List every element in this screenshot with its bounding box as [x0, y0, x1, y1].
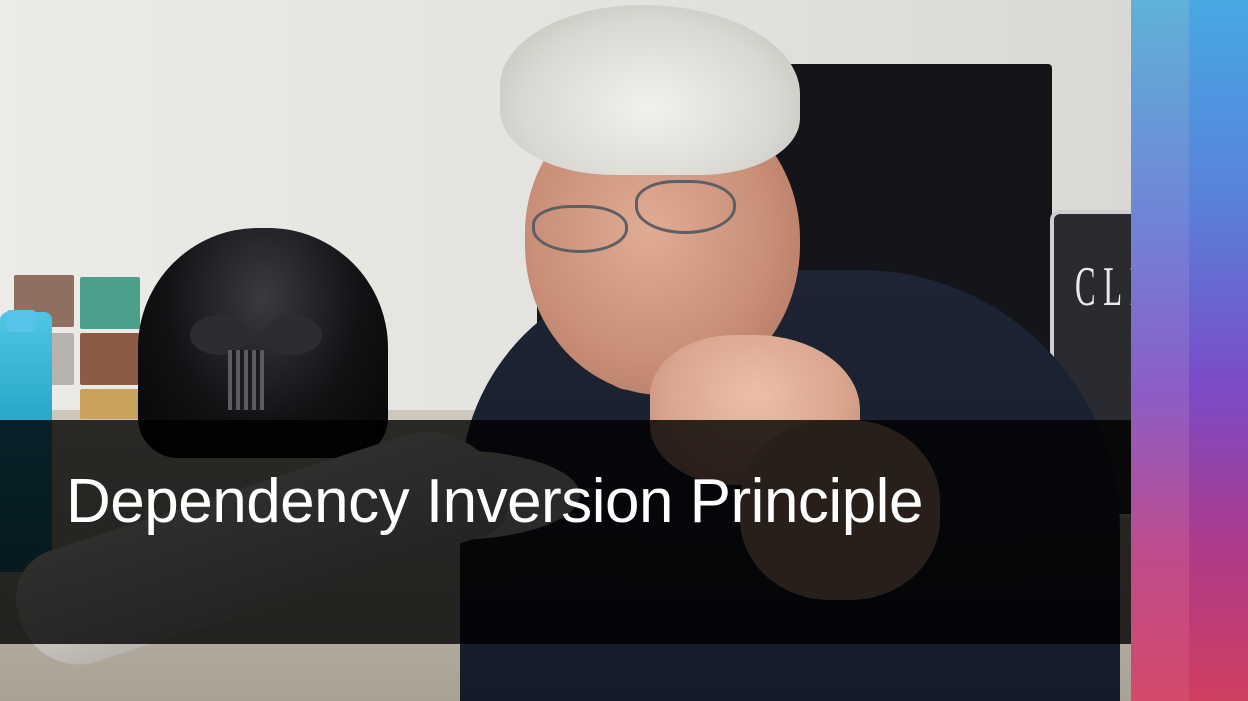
helmet-eye	[262, 315, 322, 355]
bottle-cap	[6, 310, 36, 332]
glasses-lens	[532, 205, 628, 253]
color-strip-left	[1131, 0, 1189, 701]
glasses-lens	[635, 180, 736, 234]
video-frame: CLEAN C Dependency Inversion Principle	[0, 0, 1248, 701]
photo-tile	[80, 277, 140, 329]
video-title: Dependency Inversion Principle	[66, 467, 923, 536]
color-strip-right	[1189, 0, 1248, 701]
helmet-grill	[228, 350, 264, 410]
helmet-eye	[190, 315, 250, 355]
photo-tile	[80, 333, 140, 385]
photo-tile	[80, 389, 140, 419]
